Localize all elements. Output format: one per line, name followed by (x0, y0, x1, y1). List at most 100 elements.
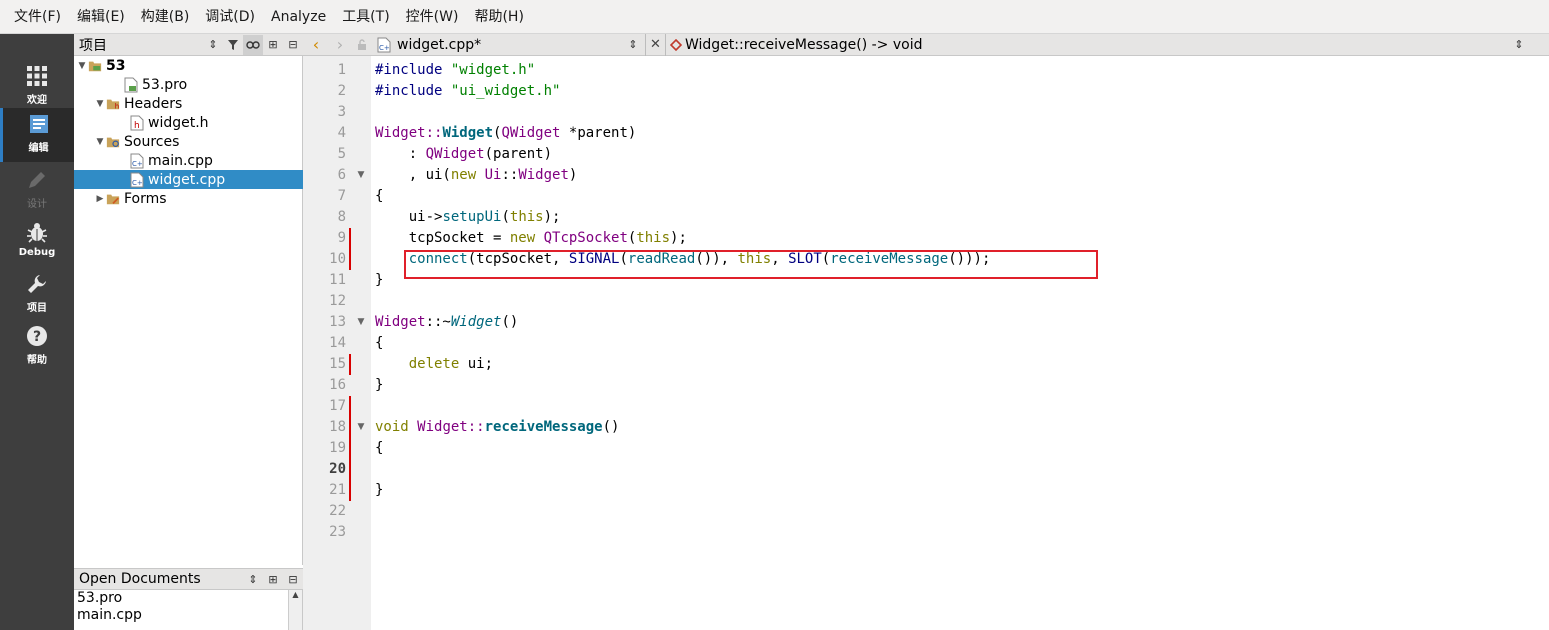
code-line-16: } (375, 377, 384, 393)
expanded-arrow-icon[interactable]: ▼ (76, 61, 88, 71)
svg-text:?: ? (33, 329, 41, 345)
mode-design[interactable]: 设计 (0, 164, 74, 214)
link-editor-icon[interactable] (243, 34, 263, 55)
menu-widgets[interactable]: 控件(W) (398, 0, 467, 34)
code-line-21: } (375, 482, 384, 498)
line-number: 7 (337, 188, 346, 204)
expanded-arrow-icon[interactable]: ▼ (94, 137, 106, 147)
project-folder-icon (88, 59, 102, 73)
tree-item-project[interactable]: ▼ 53 (74, 56, 303, 75)
tree-item-label: main.cpp (148, 152, 213, 169)
line-number: 18 (329, 419, 346, 435)
split-icon[interactable]: ⊞ (263, 35, 283, 55)
back-arrow-icon[interactable]: ‹ (303, 34, 329, 56)
forward-arrow-icon[interactable]: › (329, 34, 351, 56)
highlight-annotation-box (404, 250, 1098, 279)
line-number: 17 (329, 398, 346, 414)
cpp-file-icon: C+ (130, 153, 144, 168)
svg-text:C+: C+ (379, 44, 390, 52)
mode-help[interactable]: ? 帮助 (0, 320, 74, 370)
headers-folder-icon: h (106, 97, 120, 111)
mode-help-label: 帮助 (27, 355, 47, 366)
mode-projects[interactable]: 项目 (0, 268, 74, 318)
line-number: 1 (337, 62, 346, 78)
lock-icon[interactable] (351, 34, 373, 56)
split-icon[interactable]: ⊞ (263, 569, 283, 589)
fold-arrow-icon[interactable]: ▼ (355, 165, 367, 186)
svg-text:h: h (115, 102, 119, 110)
tree-item-sources[interactable]: ▼ Sources (74, 132, 303, 151)
symbol-selector[interactable]: Widget::receiveMessage() -> void (685, 34, 1511, 56)
code-line-11: } (375, 272, 384, 288)
project-tree: ▼ 53 53.pro ▼ h Headers h widget.h ▼ Sou… (74, 56, 303, 565)
forms-folder-icon (106, 192, 120, 206)
code-line-4: Widget::Widget(QWidget *parent) (375, 125, 637, 141)
collapsed-arrow-icon[interactable]: ▶ (94, 194, 106, 204)
line-number: 14 (329, 335, 346, 351)
line-number: 8 (337, 209, 346, 225)
code-line-1: #include "widget.h" (375, 62, 536, 78)
mode-projects-label: 项目 (27, 303, 47, 314)
change-marker (349, 354, 351, 375)
code-line-5: : QWidget(parent) (375, 146, 553, 162)
svg-text:C+: C+ (132, 179, 143, 187)
line-number: 22 (329, 503, 346, 519)
open-document-item[interactable]: 53.pro (74, 590, 302, 607)
close-pane-icon[interactable]: ⊟ (283, 35, 303, 55)
project-panel-title[interactable]: 项目 (74, 35, 203, 55)
mode-welcome[interactable]: 欢迎 (0, 60, 74, 110)
menu-build[interactable]: 构建(B) (133, 0, 198, 34)
symbol-dropdown-icon[interactable]: ⇕ (1511, 34, 1527, 56)
expanded-arrow-icon[interactable]: ▼ (94, 99, 106, 109)
mode-design-label: 设计 (27, 199, 47, 210)
tree-item-label: widget.cpp (148, 171, 226, 188)
line-number: 16 (329, 377, 346, 393)
tree-item-widget-h[interactable]: h widget.h (74, 113, 303, 132)
code-editor[interactable]: #include "widget.h" #include "ui_widget.… (371, 56, 1549, 630)
tree-item-pro[interactable]: 53.pro (74, 75, 303, 94)
code-line-18: void Widget::receiveMessage() (375, 419, 620, 435)
menu-analyze[interactable]: Analyze (263, 0, 334, 34)
line-number: 10 (329, 251, 346, 267)
editor-toolbar: ‹ › C+ widget.cpp* ⇕ ✕ Widget::receiveMe… (303, 33, 1549, 56)
tree-item-main-cpp[interactable]: C+ main.cpp (74, 151, 303, 170)
filter-icon[interactable] (223, 35, 243, 55)
line-number: 4 (337, 125, 346, 141)
line-number: 15 (329, 356, 346, 372)
line-number: 6 (337, 167, 346, 183)
open-file-selector[interactable]: widget.cpp* (395, 34, 625, 56)
menu-debug[interactable]: 调试(D) (197, 0, 263, 34)
mode-edit[interactable]: 编辑 (0, 108, 74, 162)
code-line-2: #include "ui_widget.h" (375, 83, 561, 99)
tree-item-label: 53.pro (142, 76, 188, 93)
menu-help[interactable]: 帮助(H) (466, 0, 531, 34)
mode-debug-label: Debug (18, 247, 56, 258)
pencil-icon (25, 168, 49, 192)
fold-arrow-icon[interactable]: ▼ (355, 417, 367, 438)
tree-item-widget-cpp[interactable]: C+ widget.cpp (74, 170, 303, 189)
bug-icon (25, 220, 49, 244)
code-line-7: { (375, 188, 384, 204)
close-file-icon[interactable]: ✕ (645, 33, 665, 56)
menu-bar: 文件(F) 编辑(E) 构建(B) 调试(D) Analyze 工具(T) 控件… (0, 0, 1549, 34)
menu-file[interactable]: 文件(F) (6, 0, 69, 34)
tree-item-headers[interactable]: ▼ h Headers (74, 94, 303, 113)
mode-debug[interactable]: Debug (0, 216, 74, 266)
close-pane-icon[interactable]: ⊟ (283, 569, 303, 589)
sort-icon[interactable]: ⇕ (243, 569, 263, 589)
menu-tools[interactable]: 工具(T) (334, 0, 397, 34)
code-line-6: , ui(new Ui::Widget) (375, 167, 578, 183)
sources-folder-icon (106, 135, 120, 149)
scrollbar[interactable]: ▲ (288, 590, 302, 630)
fold-arrow-icon[interactable]: ▼ (355, 312, 367, 333)
line-number: 13 (329, 314, 346, 330)
sort-icon[interactable]: ⇕ (203, 35, 223, 55)
open-document-item[interactable]: main.cpp (74, 607, 302, 624)
menu-edit[interactable]: 编辑(E) (69, 0, 133, 34)
header-file-icon: h (130, 115, 144, 131)
project-panel-header: 项目 ⇕ ⊞ ⊟ (74, 34, 303, 56)
tree-item-forms[interactable]: ▶ Forms (74, 189, 303, 208)
change-marker (349, 228, 351, 270)
help-icon: ? (25, 324, 49, 348)
file-dropdown-icon[interactable]: ⇕ (625, 34, 641, 56)
